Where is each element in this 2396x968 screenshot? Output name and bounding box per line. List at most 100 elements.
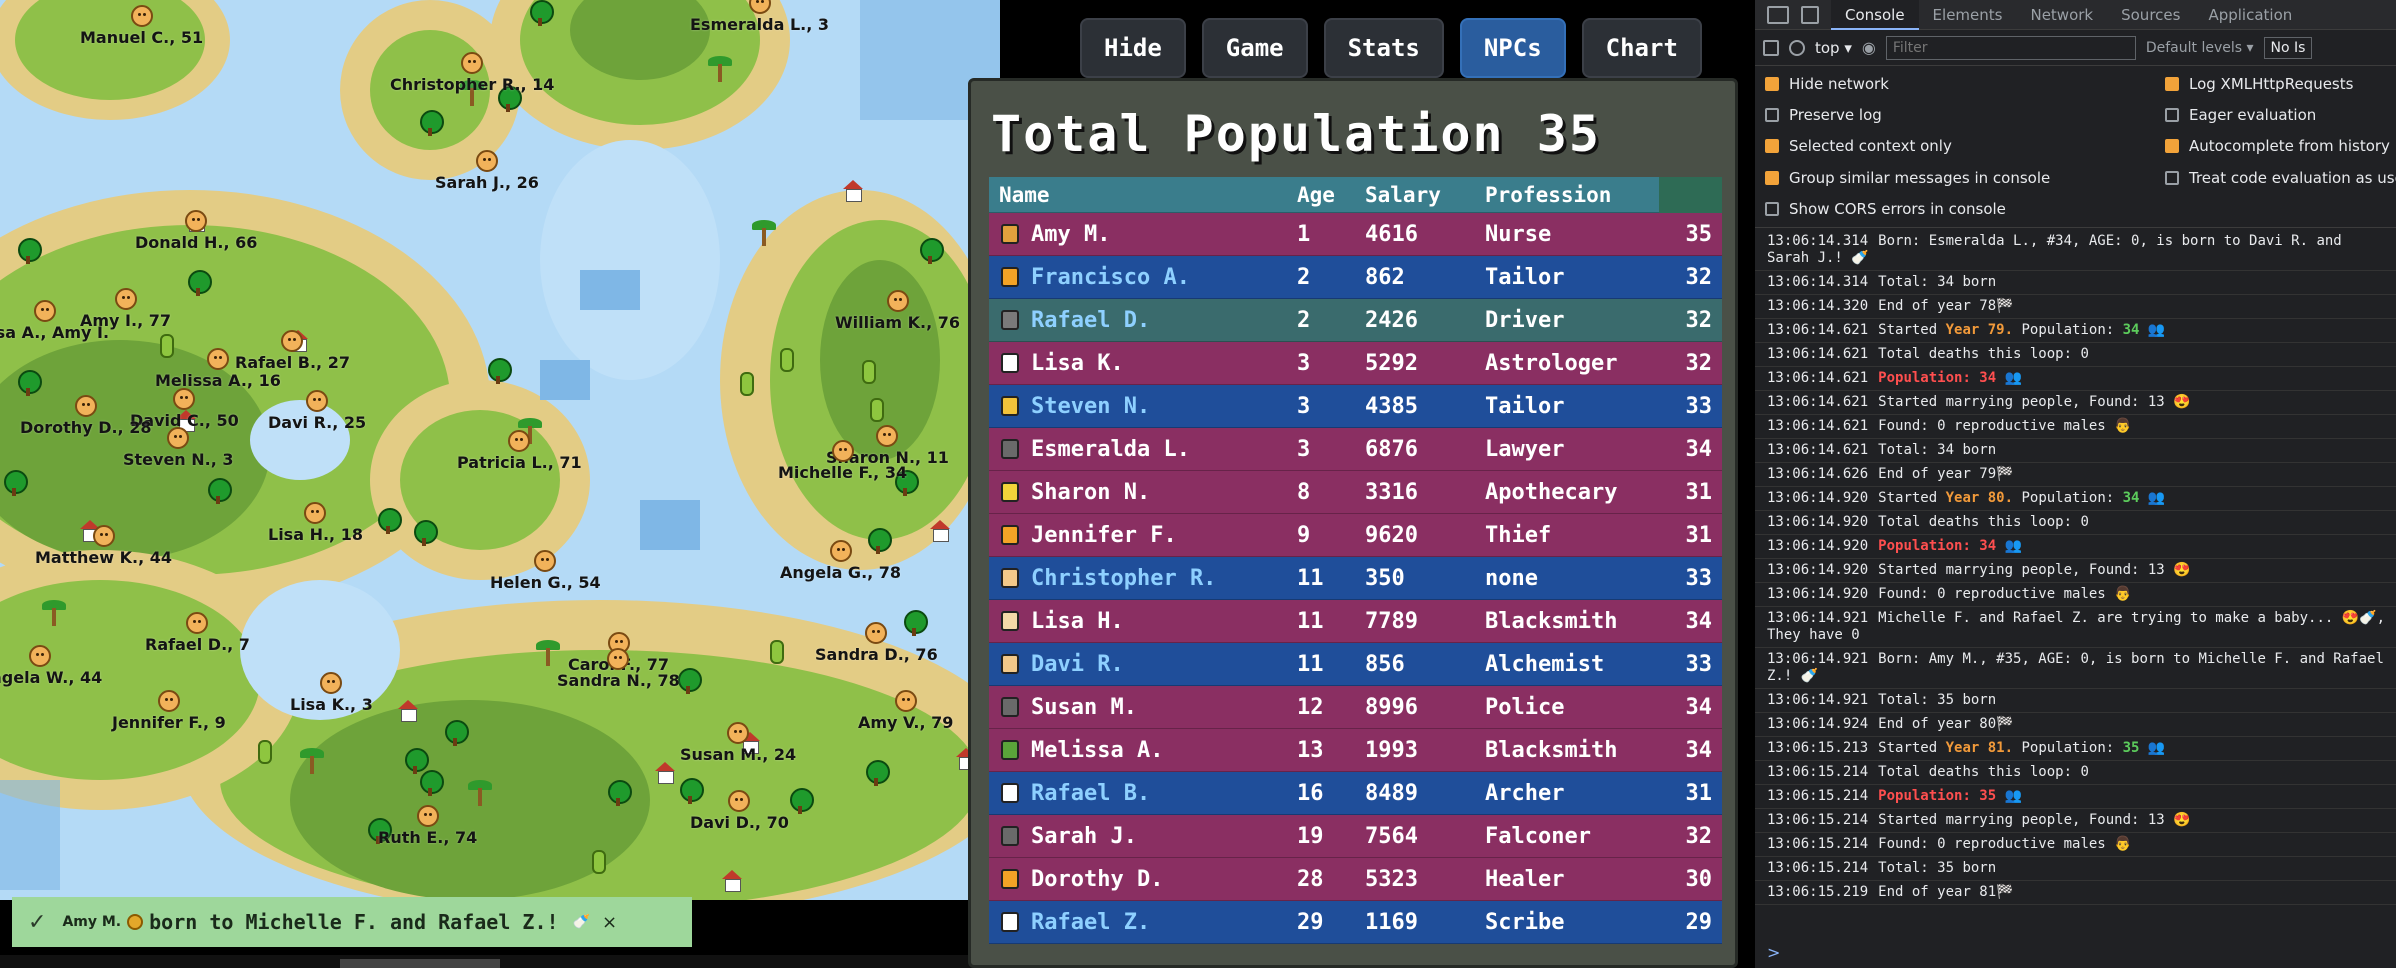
table-row[interactable]: Dorothy D. 28 5323 Healer 30	[989, 858, 1722, 901]
console-message[interactable]: 13:06:15.214 Population: 35 👥	[1755, 785, 2396, 809]
npc-marker[interactable]: Matthew K., 44	[35, 525, 172, 567]
npc-marker[interactable]: Sarah J., 26	[435, 150, 539, 192]
sidebar-toggle-icon[interactable]	[1763, 39, 1779, 56]
header-profession[interactable]: Profession	[1477, 183, 1659, 207]
hide-button[interactable]: Hide	[1080, 18, 1186, 78]
console-prompt[interactable]: >	[1767, 943, 1780, 962]
context-selector[interactable]: top ▾	[1815, 39, 1852, 57]
table-row[interactable]: Lisa H. 11 7789 Blacksmith 34	[989, 600, 1722, 643]
horizontal-scrollbar[interactable]	[0, 955, 1000, 968]
table-row[interactable]: Sharon N. 8 3316 Apothecary 31	[989, 471, 1722, 514]
console-setting-option[interactable]: Autocomplete from history	[2165, 135, 2396, 158]
npc-marker[interactable]: Rafael D., 7	[145, 612, 250, 654]
console-message[interactable]: 13:06:14.921 Michelle F. and Rafael Z. ar…	[1755, 607, 2396, 648]
house-icon[interactable]	[843, 180, 863, 202]
npc-marker[interactable]: William K., 76	[835, 290, 960, 332]
device-toolbar-icon[interactable]	[1801, 5, 1819, 24]
checkbox[interactable]	[2165, 170, 2179, 185]
console-message[interactable]: 13:06:14.626 End of year 79🏁	[1755, 463, 2396, 487]
console-setting-option[interactable]: Eager evaluation	[2165, 103, 2396, 126]
console-message[interactable]: 13:06:15.219 End of year 81🏁	[1755, 881, 2396, 905]
console-message[interactable]: 13:06:15.214 Total: 35 born	[1755, 857, 2396, 881]
table-row[interactable]: Lisa K. 3 5292 Astrologer 32	[989, 342, 1722, 385]
game-map[interactable]: Manuel C., 51 Esmeralda L., 3 Christopher …	[0, 0, 1000, 900]
table-row[interactable]: Sarah J. 19 7564 Falconer 32	[989, 815, 1722, 858]
npc-marker[interactable]: Angela G., 78	[780, 540, 901, 582]
console-setting-option[interactable]: Group similar messages in console	[1765, 166, 2165, 189]
npcs-button[interactable]: NPCs	[1459, 18, 1566, 78]
npc-marker[interactable]: Christopher R., 14	[390, 52, 554, 94]
npc-marker[interactable]: Angela W., 44	[0, 645, 102, 687]
table-row[interactable]: Rafael B. 16 8489 Archer 31	[989, 772, 1722, 815]
chart-button[interactable]: Chart	[1581, 18, 1702, 78]
birth-notification-toast[interactable]: ✓ Amy M. born to Michelle F. and Rafael …	[12, 897, 692, 947]
house-icon[interactable]	[722, 870, 742, 892]
console-message[interactable]: 13:06:14.314 Born: Esmeralda L., #34, AGE…	[1755, 230, 2396, 271]
checkbox[interactable]	[1765, 170, 1779, 185]
console-message[interactable]: 13:06:14.920 Started Year 80. Population:…	[1755, 487, 2396, 511]
npc-marker[interactable]: Patricia L., 71	[457, 430, 582, 472]
console-setting-option[interactable]: Show CORS errors in console	[1765, 198, 2165, 221]
close-icon[interactable]: ×	[602, 912, 617, 933]
checkbox[interactable]	[2165, 76, 2179, 91]
console-message[interactable]: 13:06:14.921 Born: Amy M., #35, AGE: 0, i…	[1755, 648, 2396, 689]
npc-marker[interactable]: Davi R., 25	[268, 390, 366, 432]
npc-marker[interactable]: Helen G., 54	[490, 550, 601, 592]
console-message[interactable]: 13:06:15.214 Total deaths this loop: 0	[1755, 761, 2396, 785]
console-message[interactable]: 13:06:14.621 Total deaths this loop: 0	[1755, 343, 2396, 367]
inspect-element-icon[interactable]	[1767, 5, 1789, 24]
npc-marker[interactable]: Steven N., 3	[123, 427, 234, 469]
console-setting-option[interactable]: Preserve log	[1765, 103, 2165, 126]
devtools-tab-sources[interactable]: Sources	[2107, 0, 2194, 30]
npc-marker[interactable]: Lisa H., 18	[268, 502, 363, 544]
console-setting-option[interactable]: Selected context only	[1765, 135, 2165, 158]
house-icon[interactable]	[398, 700, 418, 722]
console-message[interactable]: 13:06:14.924 End of year 80🏁	[1755, 713, 2396, 737]
console-message[interactable]: 13:06:14.621 Started marrying people, Fou…	[1755, 391, 2396, 415]
npc-marker[interactable]: Melissa A., 16	[155, 348, 281, 390]
console-setting-option[interactable]: Treat code evaluation as user ac	[2165, 166, 2396, 189]
console-message[interactable]: 13:06:15.213 Started Year 81. Population:…	[1755, 737, 2396, 761]
console-message[interactable]: 13:06:15.214 Started marrying people, Fou…	[1755, 809, 2396, 833]
checkbox[interactable]	[2165, 139, 2179, 154]
npc-marker[interactable]: Esmeralda L., 3	[690, 0, 829, 34]
npc-marker[interactable]: Lisa K., 3	[290, 672, 373, 714]
checkbox[interactable]	[1765, 139, 1779, 154]
devtools-tab-application[interactable]: Application	[2194, 0, 2306, 30]
npc-marker[interactable]: Amy V., 79	[858, 690, 953, 732]
scrollbar-thumb[interactable]	[340, 959, 500, 968]
log-levels-dropdown[interactable]: Default levels ▾	[2146, 40, 2254, 56]
console-message[interactable]: 13:06:14.621 Found: 0 reproductive males …	[1755, 415, 2396, 439]
npc-marker[interactable]: Sandra N., 78	[557, 648, 680, 690]
devtools-tab-elements[interactable]: Elements	[1919, 0, 2017, 30]
console-message[interactable]: 13:06:14.314 Total: 34 born	[1755, 271, 2396, 295]
clear-console-icon[interactable]	[1789, 39, 1805, 56]
npc-marker[interactable]: Manuel C., 51	[80, 5, 203, 47]
house-icon[interactable]	[930, 520, 950, 542]
console-message[interactable]: 13:06:14.921 Total: 35 born	[1755, 689, 2396, 713]
house-icon[interactable]	[655, 762, 675, 784]
header-salary[interactable]: Salary	[1355, 183, 1477, 207]
console-message[interactable]: 13:06:15.214 Found: 0 reproductive males …	[1755, 833, 2396, 857]
checkbox[interactable]	[1765, 108, 1779, 123]
checkbox[interactable]	[1765, 76, 1779, 91]
npc-marker[interactable]: Donald H., 66	[135, 210, 257, 252]
table-row[interactable]: Rafael D. 2 2426 Driver 32	[989, 299, 1722, 342]
game-button[interactable]: Game	[1201, 18, 1308, 78]
npc-marker[interactable]: Michelle F., 34	[778, 440, 907, 482]
console-setting-option[interactable]	[2165, 198, 2396, 221]
npc-marker[interactable]: Davi D., 70	[690, 790, 789, 832]
npc-marker[interactable]: Sandra D., 76	[815, 622, 938, 664]
table-row[interactable]: Amy M. 1 4616 Nurse 35	[989, 213, 1722, 256]
console-message[interactable]: 13:06:14.320 End of year 78🏁	[1755, 295, 2396, 319]
devtools-tab-network[interactable]: Network	[2016, 0, 2107, 30]
console-message[interactable]: 13:06:14.621 Population: 34 👥	[1755, 367, 2396, 391]
npc-marker[interactable]: Ruth E., 74	[378, 805, 477, 847]
console-message[interactable]: 13:06:14.621 Total: 34 born	[1755, 439, 2396, 463]
table-row[interactable]: Christopher R. 11 350 none 33	[989, 557, 1722, 600]
table-row[interactable]: Esmeralda L. 3 6876 Lawyer 34	[989, 428, 1722, 471]
table-row[interactable]: Jennifer F. 9 9620 Thief 31	[989, 514, 1722, 557]
npc-marker[interactable]: Lisa A., Amy I.	[0, 300, 109, 342]
console-message[interactable]: 13:06:14.920 Total deaths this loop: 0	[1755, 511, 2396, 535]
table-row[interactable]: Davi R. 11 856 Alchemist 33	[989, 643, 1722, 686]
